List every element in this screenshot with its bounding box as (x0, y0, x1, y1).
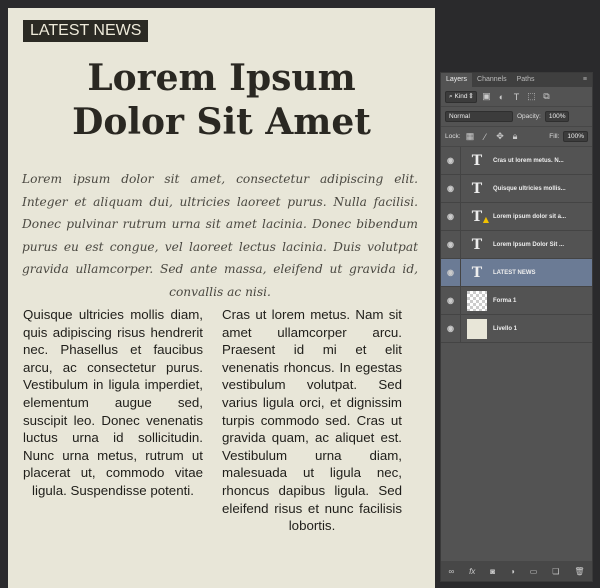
lock-brush-icon[interactable]: ⁄ (480, 132, 491, 142)
blend-row: Normal Opacity: 100% (441, 107, 592, 127)
blend-mode-select[interactable]: Normal (445, 111, 513, 122)
layer-thumbnail: T (471, 236, 483, 253)
visibility-eye-icon[interactable]: ◉ (441, 147, 461, 174)
layer-row[interactable]: ◉ T ▲ Lorem ipsum dolor sit a... (441, 203, 592, 231)
layer-name: Livello 1 (493, 325, 518, 332)
link-icon[interactable]: ∞ (448, 567, 454, 576)
layer-name: Lorem Ipsum Dolor Sit ... (493, 241, 565, 248)
layer-thumbnail (467, 290, 487, 311)
lock-all-icon[interactable]: 🔒︎ (510, 131, 521, 142)
visibility-eye-icon[interactable]: ◉ (441, 203, 461, 230)
adjustment-filter-icon[interactable]: ◐ (496, 92, 507, 102)
visibility-eye-icon[interactable]: ◉ (441, 175, 461, 202)
layer-thumbnail: T (471, 152, 483, 169)
layer-row[interactable]: ◉ Livello 1 (441, 315, 592, 343)
layer-row[interactable]: ◉ Forma 1 (441, 287, 592, 315)
layer-name: Cras ut lorem metus. N... (493, 157, 564, 164)
layer-name: Forma 1 (493, 297, 517, 304)
panel-tabs: Layers Channels Paths ≡ (441, 73, 592, 87)
column-left: Quisque ultricies mollis diam, quis adip… (23, 307, 203, 498)
tab-layers[interactable]: Layers (441, 73, 473, 87)
adjustment-icon[interactable]: ◑ (510, 567, 515, 576)
layer-list: ◉ T Cras ut lorem metus. N... ◉ T Quisque ult… (441, 147, 592, 343)
lock-row: Lock: ▦ ⁄ ✥ 🔒︎ Fill: 100% (441, 127, 592, 147)
visibility-eye-icon[interactable]: ◉ (441, 287, 461, 314)
layer-thumbnail: T (471, 264, 483, 281)
kind-label: Kind (454, 92, 468, 100)
filter-row: ⌕ Kind ⇕ ▣ ◐ T ⬚ ⧉ (441, 87, 592, 107)
panel-menu-icon[interactable]: ≡ (578, 73, 592, 87)
tab-channels[interactable]: Channels (472, 73, 512, 87)
fx-icon[interactable]: fx (469, 567, 475, 576)
layer-name: Lorem ipsum dolor sit a... (493, 213, 567, 220)
column-right: Cras ut lorem metus. Nam sit amet ullamc… (222, 307, 402, 534)
folder-icon[interactable]: ▭ (530, 567, 538, 576)
fill-label: Fill: (549, 133, 560, 140)
lock-label: Lock: (445, 133, 461, 140)
smart-object-filter-icon[interactable]: ⧉ (541, 91, 552, 102)
document-canvas[interactable]: LATEST NEWS Lorem Ipsum Dolor Sit Amet Lo… (8, 8, 435, 588)
text-filter-icon[interactable]: T (511, 92, 522, 102)
panel-footer: ∞ fx ◙ ◑ ▭ ❏ 🗑︎ (441, 561, 592, 581)
layers-panel: Layers Channels Paths ≡ ⌕ Kind ⇕ ▣ ◐ T ⬚… (440, 72, 593, 582)
layer-row[interactable]: ◉ T Lorem Ipsum Dolor Sit ... (441, 231, 592, 259)
layer-row[interactable]: ◉ T LATEST NEWS (441, 259, 592, 287)
new-layer-icon[interactable]: ❏ (552, 567, 559, 576)
visibility-eye-icon[interactable]: ◉ (441, 231, 461, 258)
tab-paths[interactable]: Paths (512, 73, 540, 87)
latest-news-badge: LATEST NEWS (23, 20, 149, 42)
image-filter-icon[interactable]: ▣ (481, 91, 492, 102)
layer-row[interactable]: ◉ T Quisque ultricies mollis... (441, 175, 592, 203)
trash-icon[interactable]: 🗑︎ (574, 567, 584, 576)
layer-thumbnail (467, 318, 487, 339)
mask-icon[interactable]: ◙ (490, 567, 495, 576)
lock-pixels-icon[interactable]: ▦ (465, 131, 476, 142)
lead-paragraph: Lorem ipsum dolor sit amet, consectetur … (22, 172, 418, 299)
visibility-eye-icon[interactable]: ◉ (441, 315, 461, 342)
warning-icon: ▲ (482, 213, 489, 224)
shape-filter-icon[interactable]: ⬚ (526, 91, 537, 102)
headline: Lorem Ipsum Dolor Sit Amet (8, 56, 435, 144)
layer-row[interactable]: ◉ T Cras ut lorem metus. N... (441, 147, 592, 175)
fill-input[interactable]: 100% (563, 131, 588, 142)
layer-name: LATEST NEWS (493, 269, 536, 276)
lock-position-icon[interactable]: ✥ (495, 131, 506, 142)
kind-filter-select[interactable]: ⌕ Kind ⇕ (445, 90, 477, 103)
opacity-label: Opacity: (517, 113, 541, 120)
headline-line-2: Dolor Sit Amet (72, 101, 371, 143)
opacity-input[interactable]: 100% (544, 111, 570, 122)
visibility-eye-icon[interactable]: ◉ (441, 259, 461, 286)
layer-thumbnail: T ▲ (467, 207, 489, 227)
headline-line-1: Lorem Ipsum (87, 57, 356, 99)
layer-thumbnail: T (471, 180, 483, 197)
layer-name: Quisque ultricies mollis... (493, 185, 566, 192)
